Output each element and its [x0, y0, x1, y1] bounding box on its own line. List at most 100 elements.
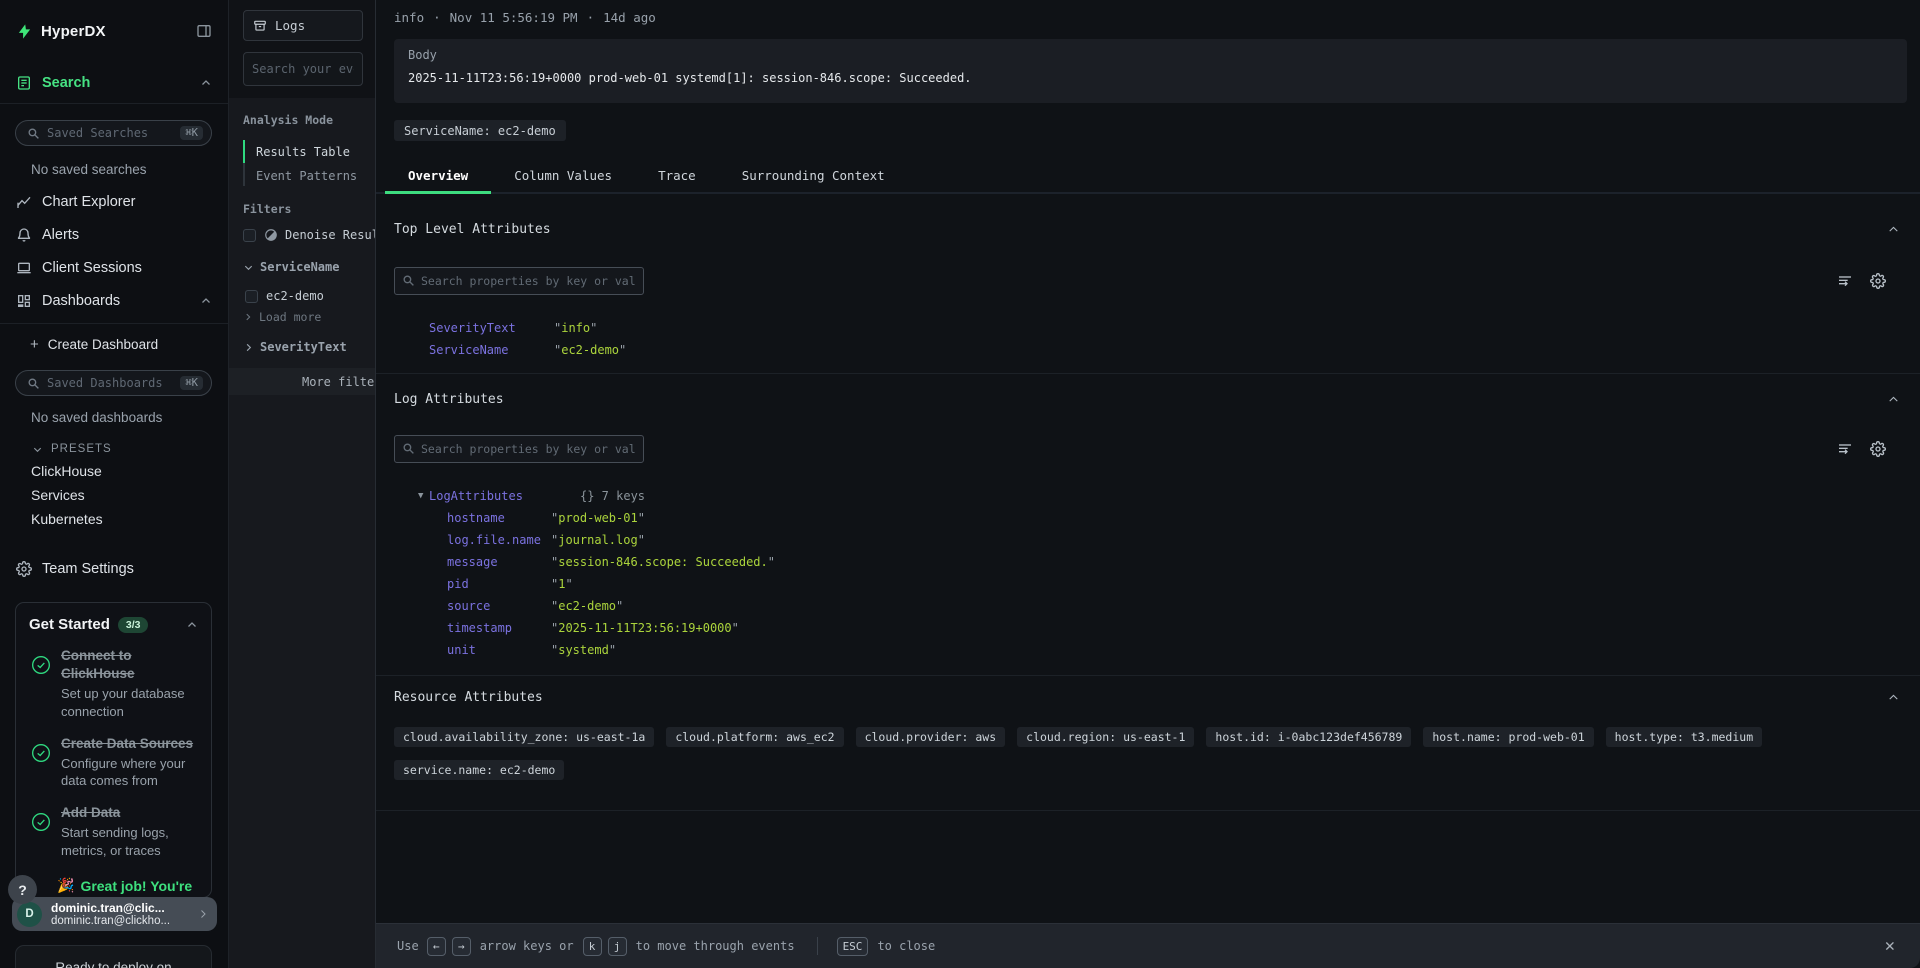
ec2-demo-checkbox[interactable]	[245, 290, 258, 303]
chevron-up-icon[interactable]	[1887, 393, 1900, 406]
attribute-value[interactable]: ec2-demo	[551, 599, 623, 613]
resource-tag[interactable]: host.type: t3.medium	[1606, 727, 1762, 747]
attribute-row: source ec2-demo	[394, 595, 1900, 617]
properties-search-input[interactable]	[394, 267, 644, 295]
wrap-lines-icon[interactable]	[1837, 273, 1853, 289]
preset-clickhouse[interactable]: ClickHouse	[0, 459, 228, 483]
properties-search-input[interactable]	[394, 435, 644, 463]
preset-services[interactable]: Services	[0, 483, 228, 507]
preset-label: Kubernetes	[31, 511, 103, 527]
cmd-k-badge: ⌘K	[180, 126, 203, 140]
attribute-key[interactable]: ServiceName	[394, 343, 554, 357]
attribute-value[interactable]: ec2-demo	[554, 343, 626, 357]
saved-dashboards-input[interactable]: Saved Dashboards ⌘K	[15, 370, 212, 396]
service-name-tag[interactable]: ServiceName: ec2-demo	[394, 120, 566, 141]
collapse-sidebar-icon[interactable]	[196, 23, 212, 39]
attribute-value[interactable]: session-846.scope: Succeeded.	[551, 555, 775, 569]
sidebar-item-label: Alerts	[42, 227, 79, 243]
attribute-row: log.file.name journal.log	[394, 529, 1900, 551]
attribute-value[interactable]: info	[554, 321, 597, 335]
resource-tag[interactable]: host.id: i-0abc123def456789	[1206, 727, 1411, 747]
tab-column-values[interactable]: Column Values	[491, 160, 635, 192]
resource-tag[interactable]: cloud.availability_zone: us-east-1a	[394, 727, 654, 747]
j-key: j	[608, 937, 627, 956]
dot-separator: ·	[587, 10, 595, 25]
user-menu[interactable]: D dominic.tran@clic... dominic.tran@clic…	[12, 897, 217, 931]
chevron-up-icon[interactable]	[200, 295, 212, 307]
attribute-value[interactable]: prod-web-01	[551, 511, 645, 525]
attribute-key[interactable]: timestamp	[394, 621, 551, 635]
sidebar-item-team-settings[interactable]: Team Settings	[0, 557, 228, 581]
tab-overview[interactable]: Overview	[385, 160, 491, 192]
bell-icon	[16, 227, 32, 243]
chevron-up-icon[interactable]	[1887, 223, 1900, 236]
attribute-value[interactable]: journal.log	[551, 533, 645, 547]
sidebar-item-label: Chart Explorer	[42, 194, 135, 210]
deploy-banner[interactable]: Ready to deploy on	[15, 945, 212, 968]
archive-box-icon	[253, 19, 267, 33]
attribute-value[interactable]: systemd	[551, 643, 616, 657]
close-icon[interactable]: ✕	[1885, 936, 1895, 956]
mode-event-patterns[interactable]: Event Patterns	[256, 169, 357, 183]
sidebar-item-alerts[interactable]: Alerts	[0, 218, 228, 251]
denoise-checkbox[interactable]	[243, 229, 256, 242]
chevron-up-icon[interactable]	[186, 619, 198, 631]
denoise-filter-row[interactable]: Denoise Results	[243, 228, 393, 242]
attribute-key[interactable]: hostname	[394, 511, 551, 525]
saved-searches-input[interactable]: Saved Searches ⌘K	[15, 120, 212, 146]
more-filters-button[interactable]: More filters	[229, 368, 375, 395]
wrap-lines-icon[interactable]	[1837, 441, 1853, 457]
get-started-step-connect[interactable]: Connect to ClickHouse Set up your databa…	[29, 647, 198, 721]
tab-trace[interactable]: Trace	[635, 160, 719, 192]
filter-value-ec2-demo[interactable]: ec2-demo	[245, 289, 324, 303]
saved-searches-placeholder: Saved Searches	[47, 126, 148, 140]
preset-kubernetes[interactable]: Kubernetes	[0, 507, 228, 531]
gear-icon[interactable]	[1870, 441, 1886, 457]
filter-group-servicename[interactable]: ServiceName	[243, 260, 339, 274]
saved-dashboards-placeholder: Saved Dashboards	[47, 376, 163, 390]
sidebar-item-search[interactable]: Search	[0, 70, 228, 96]
presets-label: PRESETS	[51, 443, 112, 455]
sidebar-item-chart-explorer[interactable]: Chart Explorer	[0, 185, 228, 218]
resource-tag[interactable]: cloud.region: us-east-1	[1017, 727, 1194, 747]
gear-icon[interactable]	[1870, 273, 1886, 289]
chevron-up-icon[interactable]	[1887, 691, 1900, 704]
attribute-key[interactable]: LogAttributes	[429, 489, 580, 503]
attribute-key[interactable]: log.file.name	[394, 533, 551, 547]
chevron-up-icon[interactable]	[200, 77, 212, 89]
source-selector-button[interactable]: Logs	[243, 10, 363, 41]
avatar: D	[17, 902, 42, 927]
get-started-step-sources[interactable]: Create Data Sources Configure where your…	[29, 735, 198, 790]
attribute-value[interactable]: 2025-11-11T23:56:19+0000	[551, 621, 739, 635]
attribute-row: pid 1	[394, 573, 1900, 595]
tab-surrounding-context[interactable]: Surrounding Context	[719, 160, 908, 192]
events-search-input[interactable]	[243, 52, 363, 86]
attribute-key[interactable]: pid	[394, 577, 551, 591]
section-top-level-attributes: Top Level Attributes	[376, 196, 1920, 374]
app-title: HyperDX	[41, 23, 106, 40]
get-started-step-add-data[interactable]: Add Data Start sending logs, metrics, or…	[29, 804, 198, 859]
mode-results-table[interactable]: Results Table	[256, 145, 350, 159]
body-content: 2025-11-11T23:56:19+0000 prod-web-01 sys…	[408, 71, 1893, 85]
sidebar-item-dashboards[interactable]: Dashboards	[0, 284, 228, 317]
load-more-button[interactable]: Load more	[243, 310, 321, 324]
presets-toggle[interactable]: PRESETS	[0, 439, 228, 459]
attribute-value[interactable]: 1	[551, 577, 573, 591]
sidebar-item-client-sessions[interactable]: Client Sessions	[0, 251, 228, 284]
attribute-key[interactable]: SeverityText	[394, 321, 554, 335]
resource-tag[interactable]: service.name: ec2-demo	[394, 760, 564, 780]
attribute-key[interactable]: message	[394, 555, 551, 569]
help-button[interactable]: ?	[8, 875, 37, 904]
event-header: info · Nov 11 5:56:19 PM · 14d ago	[394, 10, 656, 25]
event-timestamp: Nov 11 5:56:19 PM	[450, 10, 578, 25]
attribute-key[interactable]: unit	[394, 643, 551, 657]
resource-tag[interactable]: host.name: prod-web-01	[1423, 727, 1593, 747]
resource-tag[interactable]: cloud.provider: aws	[856, 727, 1006, 747]
resource-tag[interactable]: cloud.platform: aws_ec2	[666, 727, 843, 747]
create-dashboard-button[interactable]: + Create Dashboard	[0, 330, 228, 358]
attribute-key[interactable]: source	[394, 599, 551, 613]
get-started-header[interactable]: Get Started 3/3	[29, 616, 198, 633]
attribute-row: message session-846.scope: Succeeded.	[394, 551, 1900, 573]
filter-group-severitytext[interactable]: SeverityText	[243, 340, 347, 354]
caret-down-icon[interactable]: ▼	[394, 491, 429, 501]
